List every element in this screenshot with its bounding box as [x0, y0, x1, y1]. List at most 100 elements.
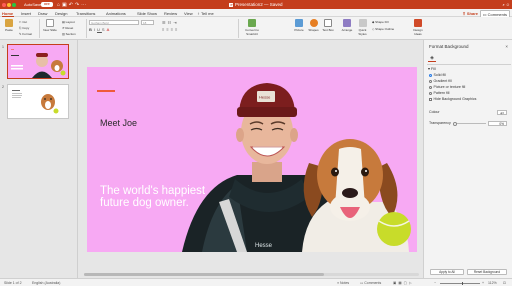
reset-button[interactable]: ↺ Reset: [62, 26, 73, 30]
new-slide-label: New Slide: [43, 28, 57, 32]
section-button[interactable]: ▥ Section: [62, 32, 76, 36]
share-button[interactable]: ⇪ Share: [462, 11, 478, 16]
share-icon: ⇪: [462, 10, 466, 16]
solid-fill-option[interactable]: Solid fill: [429, 73, 446, 77]
tab-animations[interactable]: Animations: [106, 11, 126, 16]
reset-background-button[interactable]: Reset Background: [467, 269, 507, 275]
new-slide-button[interactable]: New Slide: [42, 19, 58, 32]
slide-thumbnail-1[interactable]: [7, 44, 69, 79]
svg-text:Hesse: Hesse: [259, 95, 271, 100]
paint-bucket-icon[interactable]: ◈: [428, 55, 436, 62]
radio-selected: [429, 73, 432, 77]
thumbnail-number: 2: [2, 85, 4, 89]
thumbnail-number: 1: [2, 45, 4, 49]
cut-button[interactable]: ✂ Cut: [19, 20, 27, 24]
tab-review[interactable]: Review: [164, 11, 177, 16]
fit-slide-icon[interactable]: ⊡: [503, 281, 506, 285]
status-comments-button[interactable]: ▭ Comments: [360, 281, 381, 285]
format-background-pane: Format Background × ◈ ▾ Fill Solid fill …: [423, 40, 512, 278]
notes-button[interactable]: ≡ Notes: [337, 281, 349, 285]
text-box-icon: [324, 19, 332, 27]
tab-view[interactable]: View: [184, 11, 193, 16]
slide-heading[interactable]: Meet Joe: [100, 118, 137, 128]
fill-section-header[interactable]: ▾ Fill: [428, 66, 436, 71]
slide-photo[interactable]: Hesse Hesse: [87, 67, 417, 252]
pane-divider: [427, 64, 511, 65]
arrange-label: Arrange: [341, 28, 353, 32]
zoom-slider[interactable]: [440, 281, 480, 285]
indent-icon[interactable]: ⇥: [173, 20, 178, 25]
language-indicator[interactable]: English (Australia): [32, 281, 60, 285]
zoom-in-icon[interactable]: +: [482, 281, 484, 285]
shapes-button[interactable]: Shapes: [307, 19, 320, 32]
pane-title: Format Background: [429, 44, 469, 49]
tab-draw[interactable]: Draw: [38, 11, 47, 16]
transparency-input[interactable]: 0%: [488, 121, 507, 126]
view-buttons: ▣▦▢▷: [393, 281, 414, 285]
paste-button[interactable]: Paste: [2, 19, 16, 32]
text-box-button[interactable]: Text Box: [322, 19, 334, 32]
smiley-icon[interactable]: ☺: [506, 2, 510, 7]
shape-outline-label: Shape Outline: [375, 27, 395, 31]
slide-tagline[interactable]: The world's happiest future dog owner.: [100, 185, 210, 209]
convert-smartart-button[interactable]: Convert to SmartArt: [241, 19, 263, 36]
paragraph-buttons: ☰☷⇥: [162, 20, 179, 25]
design-ideas-button[interactable]: Design Ideas: [410, 19, 426, 36]
tab-tell-me[interactable]: ♀ Tell me: [197, 11, 214, 16]
current-slide[interactable]: Hesse Hesse Meet Joe The world's happies…: [87, 67, 417, 252]
font-size-select[interactable]: 18: [141, 20, 154, 25]
lightbulb-icon: ♀: [197, 11, 200, 16]
ribbon-divider: [39, 19, 40, 38]
pattern-fill-option[interactable]: Pattern fill: [429, 91, 449, 95]
font-color-icon[interactable]: A: [107, 27, 112, 32]
slide-thumbnail-2[interactable]: [7, 84, 69, 119]
shape-outline-button[interactable]: ◇ Shape Outline: [372, 27, 394, 31]
checkbox: [429, 97, 432, 101]
close-icon[interactable]: ×: [505, 44, 508, 49]
transparency-label: Transparency: [429, 121, 451, 125]
quick-styles-icon: [358, 19, 367, 27]
text-box-label: Text Box: [322, 28, 334, 32]
zoom-level[interactable]: 112%: [488, 281, 497, 285]
picture-button[interactable]: Picture: [293, 19, 305, 32]
tab-slide-show[interactable]: Slide Show: [137, 11, 157, 16]
tab-design[interactable]: Design: [55, 11, 67, 16]
copy-button[interactable]: ⎘ Copy: [19, 26, 29, 30]
hide-graphics-label: Hide Background Graphics: [433, 97, 477, 101]
option-label: Pattern fill: [433, 91, 450, 95]
transparency-slider[interactable]: [453, 121, 486, 126]
tab-insert[interactable]: Insert: [21, 11, 31, 16]
zoom-out-icon[interactable]: −: [434, 281, 436, 285]
ribbon-divider: [238, 19, 239, 38]
search-icon[interactable]: ⌕: [503, 2, 505, 7]
accent-line: [97, 90, 115, 92]
slideshow-icon[interactable]: ▷: [409, 281, 414, 285]
tell-me-label: Tell me: [201, 11, 214, 16]
design-ideas-icon: [414, 19, 422, 27]
justify-icon[interactable]: ≡: [175, 27, 179, 32]
smartart-icon: [248, 19, 256, 27]
tab-transitions[interactable]: Transitions: [76, 11, 95, 16]
notes-label: Notes: [340, 281, 350, 285]
arrange-button[interactable]: Arrange: [340, 19, 354, 32]
slide-editor: Hesse Hesse Meet Joe The world's happies…: [78, 40, 423, 278]
quick-styles-button[interactable]: Quick Styles: [356, 19, 369, 36]
hide-graphics-checkbox[interactable]: Hide Background Graphics: [429, 97, 476, 101]
radio: [429, 91, 432, 95]
picture-icon: [295, 19, 303, 27]
zoom-knob[interactable]: [462, 281, 463, 285]
layout-button[interactable]: ▤ Layout: [62, 20, 75, 24]
picture-fill-option[interactable]: Picture or texture fill: [429, 85, 465, 89]
shapes-icon: [309, 19, 318, 27]
shape-fill-button[interactable]: ◆ Shape Fill: [372, 20, 388, 24]
status-comments-label: Comments: [364, 281, 382, 285]
slider-knob[interactable]: [453, 121, 457, 126]
font-name-select[interactable]: Gotham Bold: [89, 20, 139, 25]
apply-to-all-button[interactable]: Apply to All: [430, 269, 464, 275]
colour-picker-button[interactable]: ◈▾: [497, 110, 507, 115]
gradient-fill-option[interactable]: Gradient fill: [429, 79, 452, 83]
format-painter-button[interactable]: ✎ Format: [19, 32, 32, 36]
picture-label: Picture: [294, 28, 304, 32]
horizontal-scrollbar[interactable]: [84, 273, 419, 276]
scrollbar-thumb[interactable]: [84, 273, 324, 276]
